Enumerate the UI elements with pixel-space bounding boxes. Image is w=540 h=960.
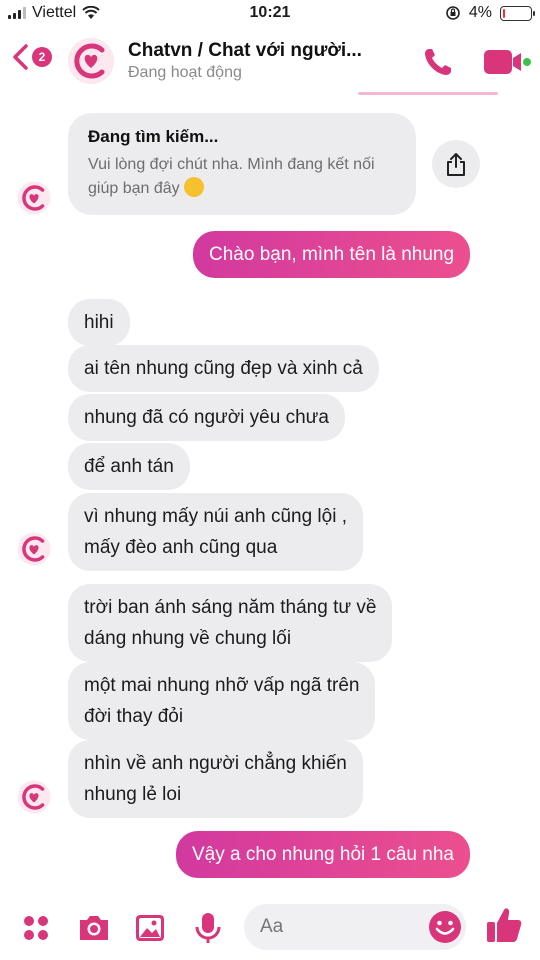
searching-message: Vui lòng đợi chút nha. Mình đang kết nối…	[88, 156, 375, 197]
message-bubble-incoming[interactable]: một mai nhung nhỡ vấp ngã trên đời thay …	[68, 662, 376, 740]
conversation-title[interactable]: Chatvn / Chat với người...	[128, 40, 362, 62]
phone-icon[interactable]	[420, 44, 456, 80]
message-text: hihi	[84, 312, 114, 333]
searching-card: Đang tìm kiếm... Vui lòng đợi chút nha. …	[68, 113, 416, 215]
message-bubble-outgoing[interactable]: Chào bạn, mình tên là nhung	[193, 231, 471, 278]
back-button[interactable]: 2	[10, 42, 52, 72]
rotation-lock-icon	[446, 6, 460, 20]
contact-avatar-icon[interactable]	[17, 181, 51, 215]
emoji-icon	[184, 177, 205, 197]
message-text: nhung đã có người yêu chưa	[84, 407, 329, 428]
avatar[interactable]	[68, 38, 114, 84]
message-bubble-incoming[interactable]: nhung đã có người yêu chưa	[68, 394, 345, 441]
unread-badge: 2	[32, 47, 52, 67]
status-bar: Viettel 10:21 4%	[0, 0, 540, 30]
apps-icon[interactable]	[18, 910, 54, 946]
chevron-left-icon	[13, 44, 28, 70]
message-bubble-incoming[interactable]: trời ban ánh sáng năm tháng tư về dáng n…	[68, 584, 393, 662]
camera-icon[interactable]	[76, 910, 112, 946]
message-text: một mai nhung nhỡ vấp ngã trên đời thay …	[84, 675, 360, 727]
contact-avatar-icon[interactable]	[17, 532, 51, 566]
emoji-icon[interactable]	[428, 910, 462, 944]
message-bubble-incoming[interactable]: vì nhung mấy núi anh cũng lội , mấy đèo …	[68, 493, 364, 571]
message-text: Vậy a cho nhung hỏi 1 câu nha	[192, 844, 454, 865]
message-bubble-incoming[interactable]: để anh tán	[68, 443, 190, 490]
message-bubble-outgoing[interactable]: Vậy a cho nhung hỏi 1 câu nha	[176, 831, 470, 878]
message-text: trời ban ánh sáng năm tháng tư về dáng n…	[84, 597, 377, 649]
status-right: 4%	[445, 4, 535, 22]
message-text: vì nhung mấy núi anh cũng lội , mấy đèo …	[84, 506, 348, 558]
video-camera-icon[interactable]	[482, 46, 532, 78]
contact-avatar-icon[interactable]	[17, 780, 51, 814]
header-divider	[358, 92, 498, 95]
battery-icon	[500, 5, 535, 21]
conversation-header: 2 Chatvn / Chat với người... Đang hoạt đ…	[0, 30, 540, 92]
thumbs-up-icon[interactable]	[484, 904, 524, 946]
message-text: ai tên nhung cũng đẹp và xinh cả	[84, 358, 363, 379]
battery-percent: 4%	[468, 4, 492, 21]
message-input-container	[244, 904, 466, 950]
searching-title: Đang tìm kiếm...	[88, 127, 219, 146]
image-icon[interactable]	[132, 910, 168, 946]
share-icon	[447, 153, 465, 176]
microphone-icon[interactable]	[190, 910, 226, 946]
message-bubble-incoming[interactable]: nhìn về anh người chẳng khiến nhung lẻ l…	[68, 740, 363, 818]
searching-text: Vui lòng đợi chút nha. Mình đang kết nối…	[88, 153, 388, 201]
message-text: nhìn về anh người chẳng khiến nhung lẻ l…	[84, 753, 347, 805]
active-status: Đang hoạt động	[128, 64, 242, 81]
message-bubble-incoming[interactable]: ai tên nhung cũng đẹp và xinh cả	[68, 345, 379, 392]
message-bubble-incoming[interactable]: hihi	[68, 299, 130, 346]
chatvn-logo-icon	[69, 39, 113, 83]
message-text: để anh tán	[84, 456, 174, 477]
share-button[interactable]	[432, 140, 480, 188]
message-text: Chào bạn, mình tên là nhung	[209, 244, 455, 265]
message-input[interactable]	[244, 904, 414, 950]
